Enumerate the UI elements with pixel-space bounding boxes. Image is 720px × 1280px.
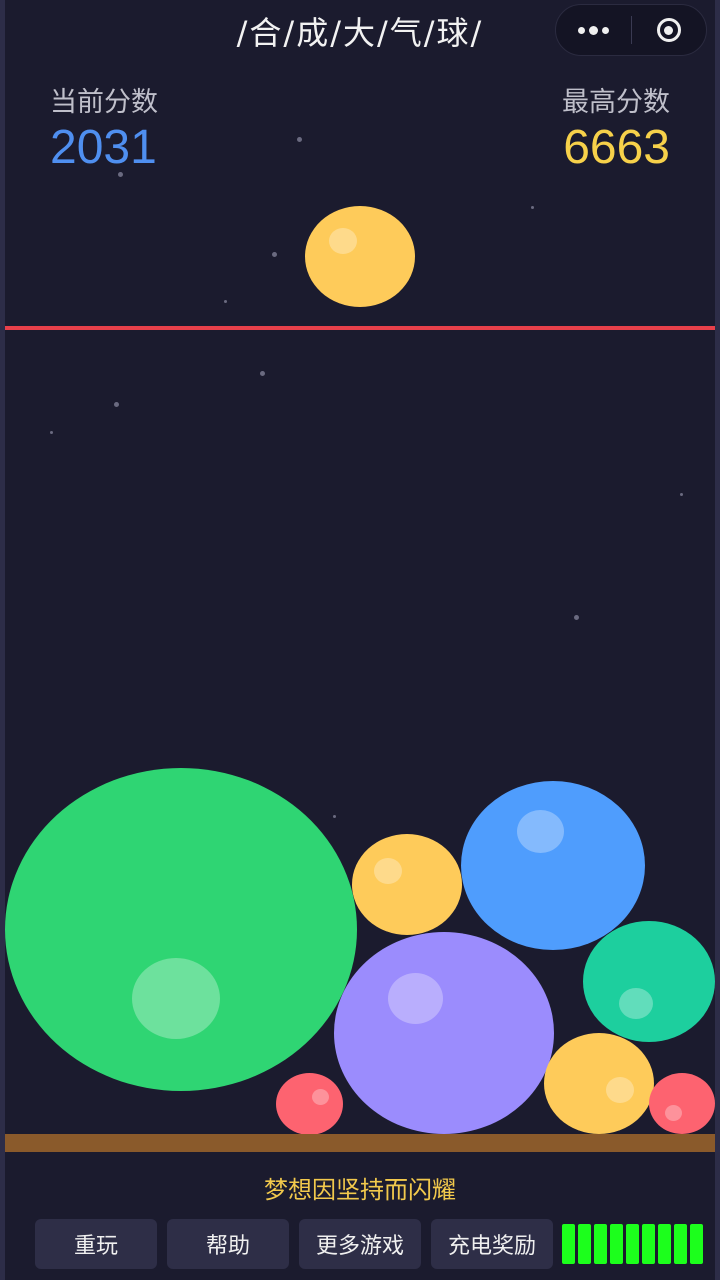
more-games-button[interactable]: 更多游戏 [299, 1219, 421, 1269]
left-border [0, 0, 5, 1280]
energy-segment [690, 1224, 703, 1264]
energy-segment [626, 1224, 639, 1264]
star [574, 615, 579, 620]
energy-segment [610, 1224, 623, 1264]
energy-meter [562, 1224, 703, 1264]
right-border [715, 0, 720, 1280]
ball-highlight [665, 1105, 682, 1121]
ball-highlight [517, 810, 564, 853]
current-score-value: 2031 [50, 121, 157, 174]
ball-yellow [352, 834, 462, 935]
replay-button[interactable]: 重玩 [35, 1219, 157, 1269]
energy-segment [594, 1224, 607, 1264]
ball-teal [583, 921, 715, 1042]
ball-highlight [312, 1089, 329, 1105]
star [272, 252, 277, 257]
ball-green-large [5, 768, 357, 1091]
star [50, 431, 53, 434]
next-ball[interactable] [305, 206, 415, 307]
star [224, 300, 227, 303]
help-button[interactable]: 帮助 [167, 1219, 289, 1269]
energy-segment [642, 1224, 655, 1264]
best-score-label: 最高分数 [562, 87, 670, 118]
ball-highlight [388, 973, 443, 1024]
danger-line [5, 326, 715, 330]
star [297, 137, 302, 142]
charge-reward-button[interactable]: 充电奖励 [431, 1219, 553, 1269]
ball-red-right [649, 1073, 715, 1134]
ball-red-small [276, 1073, 343, 1135]
ball-highlight [329, 228, 357, 254]
energy-segment [658, 1224, 671, 1264]
ball-highlight [606, 1077, 634, 1103]
star [114, 402, 119, 407]
star [118, 172, 123, 177]
more-button[interactable] [556, 5, 631, 55]
target-icon [656, 18, 681, 42]
star [531, 206, 534, 209]
miniprogram-capsule [555, 4, 707, 56]
ball-yellow-bottom [544, 1033, 654, 1134]
ball-highlight [619, 988, 653, 1019]
ball-blue [461, 781, 645, 950]
ball-highlight [132, 958, 220, 1039]
more-dots-icon [577, 25, 609, 35]
energy-segment [562, 1224, 575, 1264]
energy-segment [674, 1224, 687, 1264]
motto-text: 梦想因坚持而闪耀 [264, 1176, 456, 1204]
best-score-value: 6663 [563, 121, 670, 174]
close-button[interactable] [632, 5, 707, 55]
current-score-label: 当前分数 [50, 87, 158, 118]
ball-highlight [374, 858, 402, 884]
star [680, 493, 683, 496]
ball-purple [334, 932, 554, 1134]
energy-segment [578, 1224, 591, 1264]
star [333, 815, 336, 818]
ground-bar [5, 1134, 715, 1152]
star [260, 371, 265, 376]
